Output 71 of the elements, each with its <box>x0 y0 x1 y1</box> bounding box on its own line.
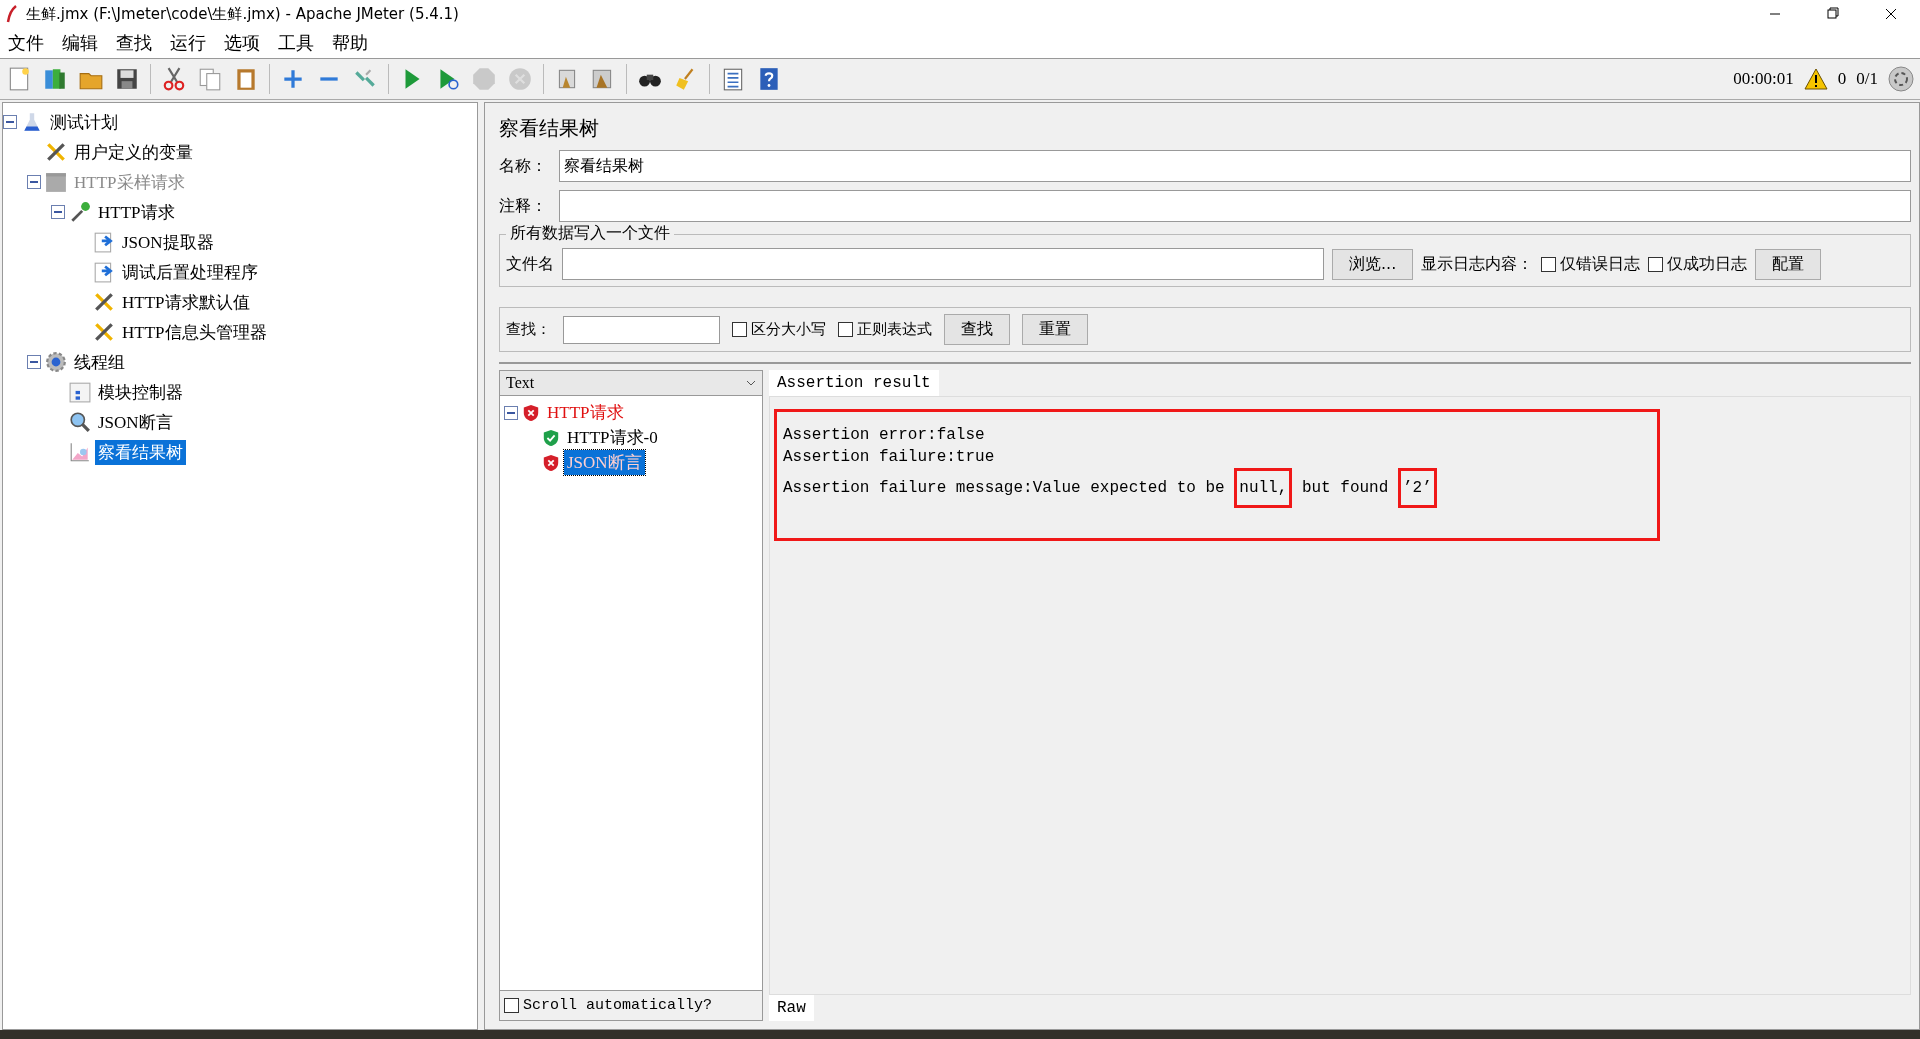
menu-item[interactable]: 文件 <box>6 31 46 55</box>
result-line: Assertion failure message:Value expected to be null, but found ’2’ <box>783 468 1437 508</box>
tree-item[interactable]: 察看结果树 <box>95 439 186 465</box>
panel-title: 察看结果树 <box>499 115 600 142</box>
module-icon <box>69 381 91 403</box>
gear-icon <box>45 351 67 373</box>
checkbox-label[interactable]: 仅错误日志 <box>1560 253 1641 275</box>
checkbox[interactable] <box>1648 256 1664 272</box>
reset-button[interactable]: 重置 <box>1022 314 1088 345</box>
search-label: 查找： <box>506 320 551 339</box>
filename-field[interactable] <box>562 248 1324 280</box>
log-label: 显示日志内容： <box>1421 253 1534 275</box>
magnifier-icon <box>69 411 91 433</box>
field-label: 注释： <box>499 195 548 217</box>
collapse-toggle[interactable] <box>3 115 17 129</box>
result-line: Assertion error:false <box>783 425 986 446</box>
checkbox[interactable] <box>504 998 519 1013</box>
menu-item[interactable]: 编辑 <box>60 31 100 55</box>
renderer-dropdown[interactable]: Text <box>500 371 762 396</box>
tab[interactable]: Assertion result <box>769 370 939 396</box>
tab[interactable]: Raw <box>769 995 814 1021</box>
chart-icon <box>69 441 91 463</box>
find-button[interactable]: 查找 <box>944 314 1010 345</box>
collapse-toggle[interactable] <box>27 355 41 369</box>
tools-icon <box>45 141 67 163</box>
warning-icon[interactable] <box>1803 68 1828 90</box>
tools-icon <box>93 321 115 343</box>
comment-field[interactable] <box>559 190 1911 222</box>
collapse-toggle[interactable] <box>504 405 518 420</box>
name-field[interactable]: 察看结果树 <box>559 150 1911 182</box>
checkbox[interactable] <box>1541 256 1557 272</box>
chevron-icon <box>746 380 756 386</box>
browse-button[interactable]: 浏览... <box>1332 248 1414 280</box>
field-label: 文件名 <box>506 253 554 275</box>
scissors-icon[interactable] <box>161 66 187 92</box>
pipette-icon <box>69 201 91 223</box>
checkbox[interactable] <box>732 322 747 337</box>
menu-item[interactable]: 查找 <box>114 31 154 55</box>
menu-item[interactable]: 帮助 <box>330 31 370 55</box>
tree-item[interactable]: 线程组 <box>71 349 128 375</box>
tree-item[interactable]: JSON断言 <box>95 409 176 435</box>
copy-icon[interactable] <box>197 66 223 92</box>
config-button[interactable]: 配置 <box>1755 248 1822 280</box>
warning-count: 0 <box>1837 69 1847 89</box>
result-item[interactable]: HTTP请求-0 <box>564 425 661 450</box>
flask-icon <box>21 111 43 133</box>
tree-item[interactable]: 测试计划 <box>47 109 121 135</box>
books-icon[interactable] <box>42 66 68 92</box>
menu-item[interactable]: 工具 <box>276 31 316 55</box>
result-line: Assertion failure:true <box>783 447 996 468</box>
field-label: 名称： <box>499 155 548 177</box>
checkbox-label[interactable]: 仅成功日志 <box>1667 253 1748 275</box>
search-field[interactable] <box>563 315 720 344</box>
menu-item[interactable]: 选项 <box>222 31 262 55</box>
checkbox[interactable] <box>838 322 853 337</box>
thread-count: 0/1 <box>1856 69 1878 89</box>
checkbox-label[interactable]: 区分大小写 <box>751 320 826 339</box>
tree-item[interactable]: 模块控制器 <box>95 379 186 405</box>
window-title: 生鲜.jmx (F:\Jmeter\code\生鲜.jmx) - Apache JMeter (5.4.1) <box>26 4 460 24</box>
elapsed-time: 00:00:01 <box>1733 69 1794 89</box>
result-item[interactable]: HTTP请求 <box>544 400 627 425</box>
menu-item[interactable]: 运行 <box>168 31 208 55</box>
box-icon <box>45 171 67 193</box>
feather-icon <box>6 5 18 23</box>
tools-icon <box>93 291 115 313</box>
checkbox-label[interactable]: Scroll automatically? <box>523 997 713 1014</box>
save-icon[interactable] <box>114 66 140 92</box>
status-indicator-icon <box>1888 66 1914 92</box>
checkbox-label[interactable]: 正则表达式 <box>857 320 932 339</box>
group-title: 所有数据写入一个文件 <box>506 223 674 244</box>
tree-item[interactable]: 用户定义的变量 <box>71 139 196 165</box>
